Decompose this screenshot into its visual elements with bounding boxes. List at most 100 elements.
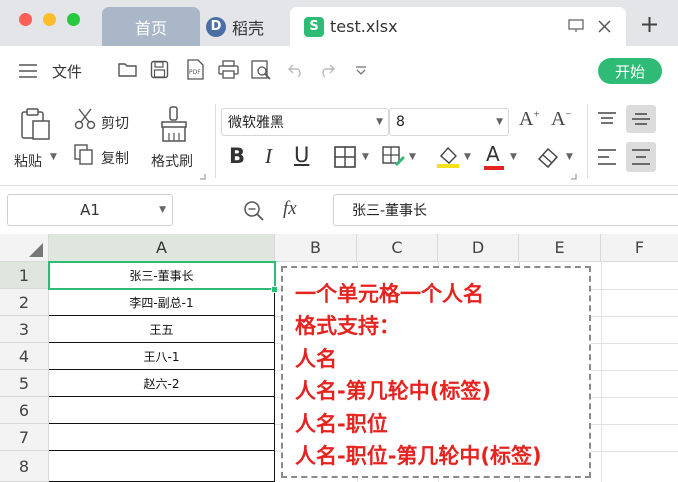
window-mode-icon[interactable] [568,19,584,33]
column-header-A[interactable]: A [49,234,275,262]
tab-test-xlsx[interactable]: S test.xlsx [290,7,626,46]
row-header-7[interactable]: 7 [0,424,49,451]
save-icon[interactable] [150,60,169,79]
font-size-select[interactable]: 8 ▼ [389,108,509,136]
zoom-search-icon[interactable] [243,200,265,222]
spreadsheet-icon: S [304,16,324,37]
select-all-corner[interactable] [0,234,49,262]
format-painter-icon[interactable] [160,106,188,142]
borders-dropdown-icon[interactable]: ▼ [362,152,369,162]
align-left-icon[interactable] [597,149,617,165]
fill-handle[interactable] [271,286,278,293]
instruction-text-box[interactable]: 一个单元格一个人名 格式支持： 人名 人名-第几轮中(标签) 人名-职位 人名-… [281,266,591,478]
row-header-2[interactable]: 2 [0,289,49,316]
italic-icon[interactable]: I [265,144,272,169]
decrease-font-size-icon[interactable]: A− [551,108,572,131]
fill-style-icon[interactable] [382,146,406,168]
note-line-5: 人名-职位 [295,411,388,436]
chevron-down-icon: ▼ [159,205,166,215]
cell-A5[interactable]: 赵六-2 [49,370,275,397]
open-folder-icon[interactable] [118,61,138,78]
close-tab-icon[interactable] [598,20,611,33]
cell-A8[interactable] [49,451,275,482]
ribbon: 粘贴 ▼ 剪切 复制 格式刷 微软雅黑 ▼ 8 ▼ A+ A− B I U ▼ … [0,94,678,186]
row-header-1[interactable]: 1 [0,262,49,289]
customize-toolbar-icon[interactable] [355,66,367,75]
align-center-icon [632,149,650,165]
formula-bar: A1 ▼ fx 张三-董事长 [0,186,678,234]
note-line-3: 人名 [295,346,337,371]
print-icon[interactable] [218,60,239,79]
redo-icon[interactable] [318,62,335,77]
cell-A2[interactable]: 李四-副总-1 [49,289,275,316]
gridline [601,262,602,482]
copy-button[interactable]: 复制 [101,148,129,168]
cell-A4[interactable]: 王八-1 [49,343,275,370]
align-center-button[interactable] [626,142,656,172]
column-header-E[interactable]: E [519,234,601,262]
row-header-5[interactable]: 5 [0,370,49,397]
note-line-2: 格式支持： [295,314,400,339]
eraser-icon[interactable] [537,146,561,168]
fill-color-icon[interactable] [436,145,460,169]
tab-home[interactable]: 首页 [102,7,200,46]
minimize-window-button[interactable] [43,13,56,26]
paste-button[interactable]: 粘贴 [14,151,42,171]
cut-button[interactable]: 剪切 [101,113,129,133]
close-window-button[interactable] [19,13,32,26]
font-color-dropdown-icon[interactable]: ▼ [510,152,517,162]
paste-dropdown-icon[interactable]: ▼ [50,152,57,162]
start-tab-button[interactable]: 开始 [598,58,662,84]
cell-A6[interactable] [49,397,275,424]
column-header-F[interactable]: F [601,234,678,262]
cell-A3[interactable]: 王五 [49,316,275,343]
menu-bar: 文件 PDF 开始 [0,46,678,94]
format-painter-button[interactable]: 格式刷 [151,151,193,171]
font-size-value: 8 [396,114,405,130]
align-middle-button[interactable] [626,105,656,133]
fill-style-dropdown-icon[interactable]: ▼ [409,152,416,162]
underline-icon[interactable]: U [294,143,309,167]
ribbon-separator [215,104,216,178]
file-menu[interactable]: 文件 [52,61,82,82]
title-bar: 首页 D 稻壳 S test.xlsx [0,0,678,46]
row-header-4[interactable]: 4 [0,343,49,370]
menu-icon[interactable] [19,64,37,78]
chevron-down-icon: ▼ [496,117,503,127]
row-header-6[interactable]: 6 [0,397,49,424]
export-pdf-icon[interactable]: PDF [185,59,205,80]
eraser-dropdown-icon[interactable]: ▼ [566,152,573,162]
formula-value: 张三-董事长 [352,203,428,219]
tab-daoke[interactable]: D 稻壳 [206,7,286,46]
bold-icon[interactable]: B [229,144,245,168]
row-header-8[interactable]: 8 [0,451,49,482]
font-color-icon[interactable]: A [486,142,500,166]
cell-reference: A1 [80,201,100,219]
cell-A7[interactable] [49,424,275,451]
formula-input[interactable]: 张三-董事长 [333,194,678,226]
insert-function-button[interactable]: fx [283,198,297,220]
font-group-expand-icon[interactable] [571,174,577,180]
undo-icon[interactable] [288,62,305,77]
active-cell-selection [48,261,276,290]
column-header-C[interactable]: C [357,234,438,262]
increase-font-size-icon[interactable]: A+ [519,108,540,131]
clipboard-group-expand-icon[interactable] [200,174,206,180]
maximize-window-button[interactable] [67,13,80,26]
paste-icon[interactable] [21,108,51,140]
column-header-D[interactable]: D [438,234,519,262]
ribbon-separator [587,104,588,178]
chevron-down-icon: ▼ [376,117,383,127]
align-middle-icon [632,113,650,125]
borders-icon[interactable] [334,146,356,168]
scissors-icon[interactable] [74,108,96,130]
name-box[interactable]: A1 ▼ [7,194,173,226]
align-top-icon[interactable] [597,112,617,126]
copy-icon[interactable] [74,144,94,165]
row-header-3[interactable]: 3 [0,316,49,343]
font-name-select[interactable]: 微软雅黑 ▼ [221,108,389,136]
fill-color-dropdown-icon[interactable]: ▼ [464,152,471,162]
new-tab-icon[interactable] [642,17,657,32]
column-header-B[interactable]: B [275,234,357,262]
print-preview-icon[interactable] [251,60,272,80]
